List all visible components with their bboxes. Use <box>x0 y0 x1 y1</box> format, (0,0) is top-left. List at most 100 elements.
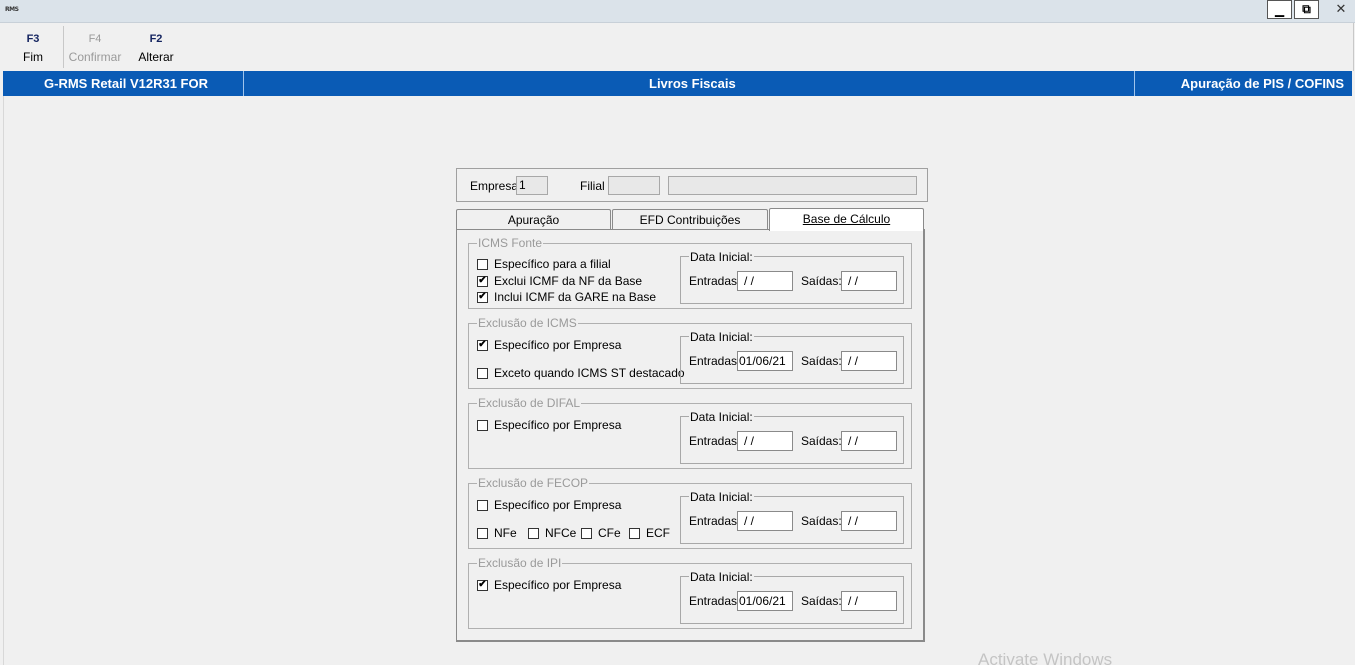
inclui-icmf-gare-checkbox[interactable]: ✔ Inclui ICMF da GARE na Base <box>477 290 656 304</box>
tab-base-de-calculo[interactable]: Base de Cálculo <box>769 208 924 231</box>
checkbox-icon <box>528 527 539 539</box>
header-divider <box>243 71 244 96</box>
checkbox-icon <box>629 527 640 539</box>
close-button[interactable]: ✕ <box>1327 0 1355 19</box>
checkbox-icon: ✔ <box>477 339 488 351</box>
checkbox-icon <box>581 527 592 539</box>
fim-label: Fim <box>23 50 43 64</box>
activation-watermark: Activate Windows <box>978 650 1113 665</box>
exclui-icmf-nf-checkbox[interactable]: ✔ Exclui ICMF da NF da Base <box>477 274 642 288</box>
nfe-checkbox[interactable]: NFe <box>477 526 517 540</box>
checkbox-label: Específico por Empresa <box>494 578 622 592</box>
entradas-label: Entradas: <box>689 354 741 368</box>
data-inicial-group: Data Inicial: Entradas: 01/06/21 Saídas:… <box>680 570 904 624</box>
header-divider <box>1134 71 1135 96</box>
exceto-icms-st-checkbox[interactable]: Exceto quando ICMS ST destacado <box>477 366 685 380</box>
group-icms-fonte-title: ICMS Fonte <box>477 236 544 250</box>
checkbox-icon: ✔ <box>477 291 488 303</box>
tab-apuracao-label: Apuração <box>507 213 560 227</box>
group-exclusao-ipi-title: Exclusão de IPI <box>477 556 563 570</box>
alterar-button[interactable]: F2 Alterar <box>136 33 176 64</box>
group-exclusao-fecop-title: Exclusão de FECOP <box>477 476 590 490</box>
saidas-date-input[interactable]: / / <box>841 591 897 611</box>
data-inicial-title: Data Inicial: <box>689 570 754 584</box>
especifico-empresa-checkbox[interactable]: Específico por Empresa <box>477 498 621 512</box>
saidas-date-input[interactable]: / / <box>841 511 897 531</box>
group-exclusao-icms-title: Exclusão de ICMS <box>477 316 578 330</box>
screen-name: Apuração de PIS / COFINS <box>1180 76 1344 91</box>
especifico-filial-checkbox[interactable]: Específico para a filial <box>477 257 611 271</box>
toolbar-right-edge <box>1353 23 1354 71</box>
entradas-label: Entradas: <box>689 274 741 288</box>
data-inicial-group: Data Inicial: Entradas: / / Saídas: / / <box>680 410 904 464</box>
nfce-checkbox[interactable]: NFCe <box>528 526 576 540</box>
entradas-date-input[interactable]: / / <box>737 271 793 291</box>
entradas-date-input[interactable]: / / <box>737 431 793 451</box>
saidas-label: Saídas: <box>801 594 842 608</box>
minimize-icon: ▁ <box>1274 2 1285 17</box>
ecf-checkbox[interactable]: ECF <box>629 526 670 540</box>
data-inicial-title: Data Inicial: <box>689 490 754 504</box>
especifico-empresa-checkbox[interactable]: ✔ Específico por Empresa <box>477 338 621 352</box>
empresa-label: Empresa <box>470 179 519 193</box>
group-exclusao-difal-title: Exclusão de DIFAL <box>477 396 582 410</box>
especifico-empresa-checkbox[interactable]: ✔ Específico por Empresa <box>477 578 621 592</box>
toolbar-separator <box>63 26 64 68</box>
fim-key: F3 <box>26 33 40 45</box>
data-inicial-group: Data Inicial: Entradas: 01/06/21 Saídas:… <box>680 330 904 384</box>
tab-base-label: Base de Cálculo <box>802 212 891 226</box>
group-exclusao-ipi: Exclusão de IPI ✔ Específico por Empresa… <box>468 556 912 629</box>
checkbox-label: CFe <box>598 526 621 540</box>
maximize-button[interactable]: ⧉ <box>1294 0 1319 19</box>
confirmar-button[interactable]: F4 Confirmar <box>66 33 124 64</box>
entradas-date-input[interactable]: / / <box>737 511 793 531</box>
saidas-date-input[interactable]: / / <box>841 271 897 291</box>
data-inicial-title: Data Inicial: <box>689 250 754 264</box>
checkbox-label: NFCe <box>545 526 577 540</box>
checkbox-label: Específico por Empresa <box>494 418 622 432</box>
saidas-date-input[interactable]: / / <box>841 431 897 451</box>
module-header: G-RMS Retail V12R31 FOR Livros Fiscais A… <box>3 71 1352 96</box>
data-inicial-group: Data Inicial: Entradas: / / Saídas: / / <box>680 490 904 544</box>
checkbox-label: ECF <box>646 526 670 540</box>
checkbox-icon <box>477 499 488 511</box>
window-left-edge <box>3 96 4 665</box>
company-panel: Empresa 1 Filial <box>456 168 928 202</box>
toolbar: F3 Fim F4 Confirmar F2 Alterar <box>0 23 1355 71</box>
checkbox-label: NFe <box>494 526 517 540</box>
checkbox-label: Exceto quando ICMS ST destacado <box>494 366 685 380</box>
saidas-date-input[interactable]: / / <box>841 351 897 371</box>
entradas-date-input[interactable]: 01/06/21 <box>737 351 793 371</box>
entradas-label: Entradas: <box>689 514 741 528</box>
saidas-label: Saídas: <box>801 274 842 288</box>
filial-field[interactable] <box>608 176 660 195</box>
confirmar-key: F4 <box>88 33 102 45</box>
checkbox-label: Exclui ICMF da NF da Base <box>494 274 643 288</box>
empresa-field[interactable]: 1 <box>516 176 548 195</box>
entradas-date-input[interactable]: 01/06/21 <box>737 591 793 611</box>
filial-name-field <box>668 176 917 195</box>
app-logo: RMS <box>5 6 19 13</box>
checkbox-icon <box>477 367 488 379</box>
data-inicial-title: Data Inicial: <box>689 330 754 344</box>
alterar-label: Alterar <box>138 50 174 64</box>
confirmar-label: Confirmar <box>68 50 122 64</box>
group-exclusao-fecop: Exclusão de FECOP Específico por Empresa… <box>468 476 912 549</box>
module-name: Livros Fiscais <box>649 76 736 91</box>
tab-apuracao[interactable]: Apuração <box>456 209 611 230</box>
minimize-button[interactable]: ▁ <box>1267 0 1292 19</box>
cfe-checkbox[interactable]: CFe <box>581 526 621 540</box>
saidas-label: Saídas: <box>801 354 842 368</box>
checkbox-icon <box>477 527 488 539</box>
fim-button[interactable]: F3 Fim <box>20 33 46 64</box>
data-inicial-group: Data Inicial: Entradas: / / Saídas: / / <box>680 250 904 304</box>
data-inicial-title: Data Inicial: <box>689 410 754 424</box>
checkbox-icon: ✔ <box>477 275 488 287</box>
tab-efd-contribuicoes[interactable]: EFD Contribuições <box>612 209 768 230</box>
maximize-icon: ⧉ <box>1302 2 1311 16</box>
especifico-empresa-checkbox[interactable]: Específico por Empresa <box>477 418 621 432</box>
checkbox-icon: ✔ <box>477 579 488 591</box>
checkbox-label: Específico para a filial <box>494 257 611 271</box>
entradas-label: Entradas: <box>689 594 741 608</box>
checkbox-label: Específico por Empresa <box>494 498 622 512</box>
